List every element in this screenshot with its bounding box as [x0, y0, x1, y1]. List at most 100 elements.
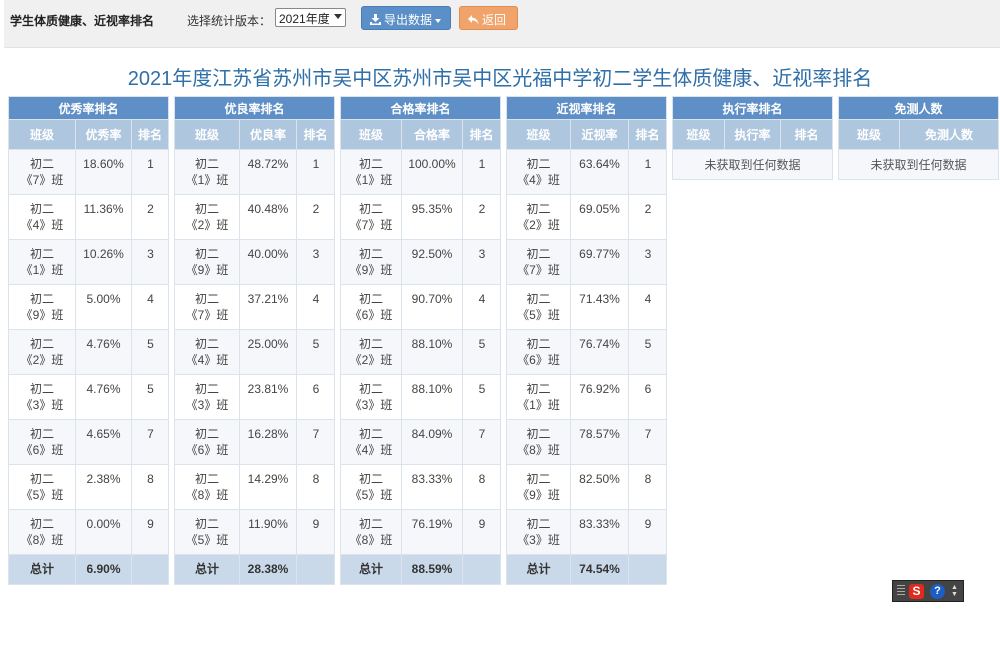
export-button[interactable]: 导出数据 — [361, 6, 451, 30]
class-text: 《8》班 — [20, 533, 64, 547]
table-row: 初二 《1》班 100.00% 1 — [340, 149, 501, 195]
class-name-cell: 初二 《6》班 — [8, 419, 76, 465]
class-text: 《6》班 — [349, 308, 393, 322]
class-name-cell: 初二《5》班 — [174, 509, 240, 555]
rate-cell: 18.60% — [75, 149, 132, 195]
table-row: 初二 《1》班 10.26% 3 — [8, 239, 169, 285]
class-text: 《2》班 — [349, 353, 393, 367]
grade-text: 初二 — [194, 427, 219, 441]
rate-cell: 10.26% — [75, 239, 132, 285]
rank-cell: 2 — [296, 194, 335, 240]
class-name-cell: 初二 《6》班 — [340, 284, 402, 330]
help-icon[interactable]: ? — [930, 584, 945, 599]
rate-cell: 63.64% — [570, 149, 629, 195]
class-name-cell: 初二 《1》班 — [340, 149, 402, 195]
rate-cell: 90.70% — [401, 284, 463, 330]
total-rank-empty — [131, 554, 169, 585]
class-text: 《7》班 — [185, 308, 229, 322]
ranking-table-exempt: 免测人数 班级 免测人数 未获取到任何数据 — [838, 96, 999, 180]
grade-text: 初二 — [194, 517, 219, 531]
class-name-cell: 初二《2》班 — [8, 329, 76, 375]
table-row: 初二 《5》班 11.90% 9 — [174, 509, 335, 555]
table-row: 初二 《5》班 71.43% 4 — [506, 284, 667, 330]
rate-cell: 40.00% — [239, 239, 297, 285]
table-row: 初二 《8》班 0.00% 9 — [8, 509, 169, 555]
table-row: 初二 《6》班 90.70% 4 — [340, 284, 501, 330]
grade-text: 初二 — [358, 382, 383, 396]
table-group-header: 近视率排名 — [506, 96, 667, 120]
class-name-cell: 初二 《5》班 — [340, 464, 402, 510]
grade-text: 初二 — [526, 247, 551, 261]
class-name-cell: 初二 《6》班 — [174, 419, 240, 465]
rank-cell: 4 — [462, 284, 501, 330]
rate-cell: 4.76% — [75, 329, 132, 375]
rate-cell: 40.48% — [239, 194, 297, 240]
rank-cell: 8 — [296, 464, 335, 510]
rank-cell: 8 — [131, 464, 169, 510]
class-text: 《5》班 — [20, 488, 64, 502]
total-value: 28.38% — [239, 554, 297, 585]
class-text: 《5》班 — [185, 533, 229, 547]
class-name-cell: 初二 《7》班 — [174, 284, 240, 330]
class-name-cell: 初二 《8》班 — [506, 419, 571, 465]
grade-text: 初二 — [29, 337, 54, 351]
rank-cell: 5 — [628, 329, 667, 375]
class-name-cell: 初二 《9》班 — [340, 239, 402, 285]
class-name-cell: 初二 《4》班 — [506, 149, 571, 195]
version-select[interactable]: 2021年度 — [275, 8, 346, 27]
total-label: 总计 — [340, 554, 402, 585]
rank-cell: 9 — [628, 509, 667, 555]
back-button[interactable]: 返回 — [459, 6, 518, 30]
table-row: 初二 《4》班 25.00% 5 — [174, 329, 335, 375]
class-text: 《1》班 — [349, 173, 393, 187]
rank-cell: 2 — [131, 194, 169, 240]
grade-text: 初二 — [29, 247, 54, 261]
rank-cell: 5 — [131, 374, 169, 420]
column-header: 排名 — [628, 119, 667, 150]
class-text: 《9》班 — [185, 263, 229, 277]
table-row: 初二 《3》班 4.76% 5 — [8, 374, 169, 420]
total-rank-empty — [296, 554, 335, 585]
total-label: 总计 — [8, 554, 76, 585]
class-name-cell: 初二 《7》班 — [8, 149, 76, 195]
table-row: 初二 《7》班 18.60% 1 — [8, 149, 169, 195]
rate-cell: 25.00% — [239, 329, 297, 375]
export-label: 导出数据 — [384, 13, 433, 27]
reply-arrow-icon — [468, 15, 479, 25]
column-header: 排名 — [131, 119, 169, 150]
rate-cell: 69.77% — [570, 239, 629, 285]
rate-cell: 11.36% — [75, 194, 132, 240]
total-rank-empty — [628, 554, 667, 585]
rank-cell: 4 — [131, 284, 169, 330]
rate-cell: 2.38% — [75, 464, 132, 510]
drag-grip-icon[interactable] — [897, 585, 905, 597]
ime-toolbar[interactable]: S ? ▲ ▼ — [892, 580, 964, 602]
table-row: 初二 《8》班 14.29% 8 — [174, 464, 335, 510]
class-text: 《8》班 — [349, 533, 393, 547]
column-header: 执行率 — [724, 119, 781, 150]
rate-cell: 14.29% — [239, 464, 297, 510]
table-row: 初二 《7》班 69.77% 3 — [506, 239, 667, 285]
rate-cell: 88.10% — [401, 329, 463, 375]
class-name-cell: 初二 《1》班 — [506, 374, 571, 420]
chevron-down-icon — [334, 14, 342, 19]
rank-cell: 9 — [462, 509, 501, 555]
grade-text: 初二 — [29, 292, 54, 306]
grade-text: 初二 — [194, 247, 219, 261]
rate-cell: 5.00% — [75, 284, 132, 330]
table-row: 初二 《2》班 69.05% 2 — [506, 194, 667, 240]
column-header: 免测人数 — [899, 119, 999, 150]
grade-text: 初二 — [29, 382, 54, 396]
rank-cell: 7 — [296, 419, 335, 465]
class-name-cell: 初二 《3》班 — [174, 374, 240, 420]
class-name-cell: 初二 《9》班 — [8, 284, 76, 330]
ranking-table-good: 优良率排名 班级 优良率 排名 初二 《1》班 48.72% 1 初二 《2》班 40.48% 2 初二… — [174, 96, 335, 585]
class-text: 《2》班 — [20, 353, 64, 367]
class-text: 《4》班 — [517, 173, 560, 187]
rank-cell: 9 — [131, 509, 169, 555]
sogou-s-icon[interactable]: S — [909, 584, 924, 599]
rank-cell: 6 — [628, 374, 667, 420]
table-row: 初二 《5》班 2.38% 8 — [8, 464, 169, 510]
rank-cell: 5 — [131, 329, 169, 375]
menu-arrows-icon[interactable]: ▲ ▼ — [950, 584, 959, 599]
